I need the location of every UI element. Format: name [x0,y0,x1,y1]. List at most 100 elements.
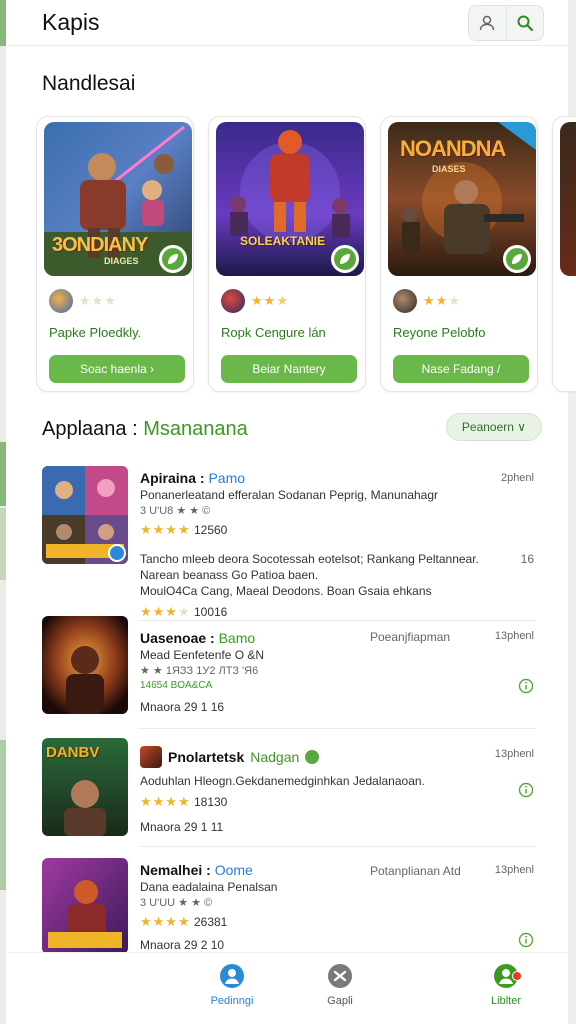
nav-item-games[interactable]: Gapli [300,963,380,1007]
search-icon [517,15,533,31]
controller-icon [328,964,352,988]
rating-stars: ★★★ [251,293,289,308]
person-icon [220,964,244,988]
cover-title: DANBV [46,744,100,761]
leaf-icon [340,254,350,264]
app-tag: Bamo [218,630,256,646]
verified-badge [503,245,531,273]
app-thumbnail: DANBV [42,738,128,836]
card-action-button[interactable]: Beiar Nantery [221,355,357,383]
featured-card[interactable]: SOLEAKTANIE ★★★ Ropk Cengure lán Beiar N… [208,116,366,392]
app-tag: Nadgan [250,749,300,765]
app-status: Potanplianan Atd [370,864,461,878]
apps-title-accent: Msananana [143,418,248,440]
app-rating: ★★★★ 18130 [140,794,228,809]
card-meta: ★★★ [221,289,289,313]
app-extra-line: MoulO4Ca Cang, Maeal Deodons. Boan Gsaia… [140,584,432,598]
app-mini-icon [140,746,162,768]
top-app-bar: Kapis [8,0,568,46]
app-rating: ★★★★ 26381 [140,914,228,929]
left-edge-strip [0,0,6,1024]
featured-section-title: Nandlesai [42,72,136,95]
info-icon[interactable] [518,782,534,798]
verified-badge [159,245,187,273]
app-stats: 14654 BOA&CA [140,680,213,691]
apps-section-title: Applaana : Msananana [42,418,248,441]
card-action-button[interactable]: Soac haenla › [49,355,185,383]
app-subline: 3 U'U8 ★ ★ © [140,505,211,517]
app-root: Kapis Nandlesai 3ONDIANY DIAGES ★★★ Papk… [0,0,576,1024]
featured-card-peek[interactable] [552,116,576,392]
cover-title: 3ONDIANY [52,234,148,256]
app-extra-line: Tancho mleeb deora Socotessah eotelsot; … [140,552,479,566]
verified-badge [331,245,359,273]
app-time: 13phenl [494,864,534,876]
app-name: Uasenoae : Bamo [140,630,256,646]
nav-label: Liblter [491,995,521,1007]
app-time: 13phenl [494,748,534,760]
sort-dropdown[interactable]: Peanoern ∨ [446,413,542,441]
app-description: Aoduhlan Hleogn.Gekdanemedginhkan Jedala… [140,774,425,788]
search-button[interactable] [505,5,544,40]
app-title: Kapis [42,9,100,35]
leaf-icon [512,254,522,264]
list-divider [138,846,536,847]
game-name: Papke Ploedkly. [49,325,142,340]
app-thumbnail [42,616,128,714]
app-thumbnail [42,466,128,564]
list-item[interactable]: Apiraina : Pamo 2phenl Ponanerleatand ef… [42,466,536,619]
game-name: Reyone Pelobfo [393,325,486,340]
list-item[interactable]: Nemalhei : Oome Potanplianan Atd 13phenl… [42,858,536,954]
cover-subtitle: DIAGES [104,256,139,266]
cover-title: SOLEAKTANIE [240,234,326,248]
developer-avatar [49,289,73,313]
app-description: Mead Eenfetenfe O &N [140,648,265,662]
featured-card[interactable]: NOANDNA DIASES ★★★ Reyone Pelobfo Nase F… [380,116,538,392]
app-date: Mnaora 29 1 16 [140,700,225,714]
app-status: Poeanjfiapman [370,630,451,644]
cover-subtitle: DIASES [432,164,466,174]
app-name: Apiraina : Pamo [140,470,246,486]
profile-button[interactable] [469,6,506,40]
info-icon[interactable] [518,932,534,948]
app-tag: Pamo [208,470,246,486]
app-time: 13phenl [494,630,534,642]
app-date: Mnaora 29 2 10 [140,938,225,952]
header-actions [468,4,544,41]
app-extra-count: 16 [520,552,534,566]
list-divider [138,728,536,729]
verified-icon [305,750,320,764]
list-item[interactable]: DANBV Pnolartetsk Nadgan 13phenl Aoduhla… [42,738,536,838]
developer-avatar [221,289,245,313]
app-name: Nemalhei : Oome [140,862,253,878]
bottom-navigation: Pedinngi Gapli Liblter [8,952,568,1024]
developer-avatar [393,289,417,313]
app-subline: ★ ★ 1ЯЗЗ 1У2 ЛТЗ 'Я6 [140,665,259,677]
app-extra-line: Narean beanass Go Patioa baen. [140,568,319,582]
rating-stars: ★★★ [79,293,117,308]
app-description: Ponanerleatand efferalan Sodanan Peprig,… [140,488,439,502]
app-rating: ★★★★ 12560 [140,522,228,537]
card-meta: ★★★ [49,289,117,313]
nav-item-profile[interactable]: Pedinngi [192,963,272,1007]
app-thumbnail [42,858,128,954]
nav-item-library[interactable]: Liblter [466,963,546,1007]
featured-carousel[interactable]: 3ONDIANY DIAGES ★★★ Papke Ploedkly. Soac… [36,116,576,394]
app-subline: 3 U'UU ★ ★ © [140,897,213,909]
featured-card[interactable]: 3ONDIANY DIAGES ★★★ Papke Ploedkly. Soac… [36,116,194,392]
cover-title: NOANDNA [400,136,506,161]
app-description: Dana eadalaina Penalsan [140,880,278,894]
notification-badge [512,971,522,981]
rating-stars: ★★★ [423,293,461,308]
card-meta: ★★★ [393,289,461,313]
info-icon[interactable] [518,678,534,694]
app-tag: Oome [214,862,253,878]
app-date: Mnaora 29 1 11 [140,820,224,834]
list-item[interactable]: Uasenoae : Bamo Poeanjfiapman 13phenl Me… [42,616,536,720]
nav-label: Pedinngi [210,995,254,1007]
nav-label: Gapli [327,995,353,1007]
leaf-icon [168,254,178,264]
game-name: Ropk Cengure lán [221,325,326,340]
app-name: Pnolartetsk Nadgan [140,746,320,768]
card-action-button[interactable]: Nase Fadang / [393,355,529,383]
